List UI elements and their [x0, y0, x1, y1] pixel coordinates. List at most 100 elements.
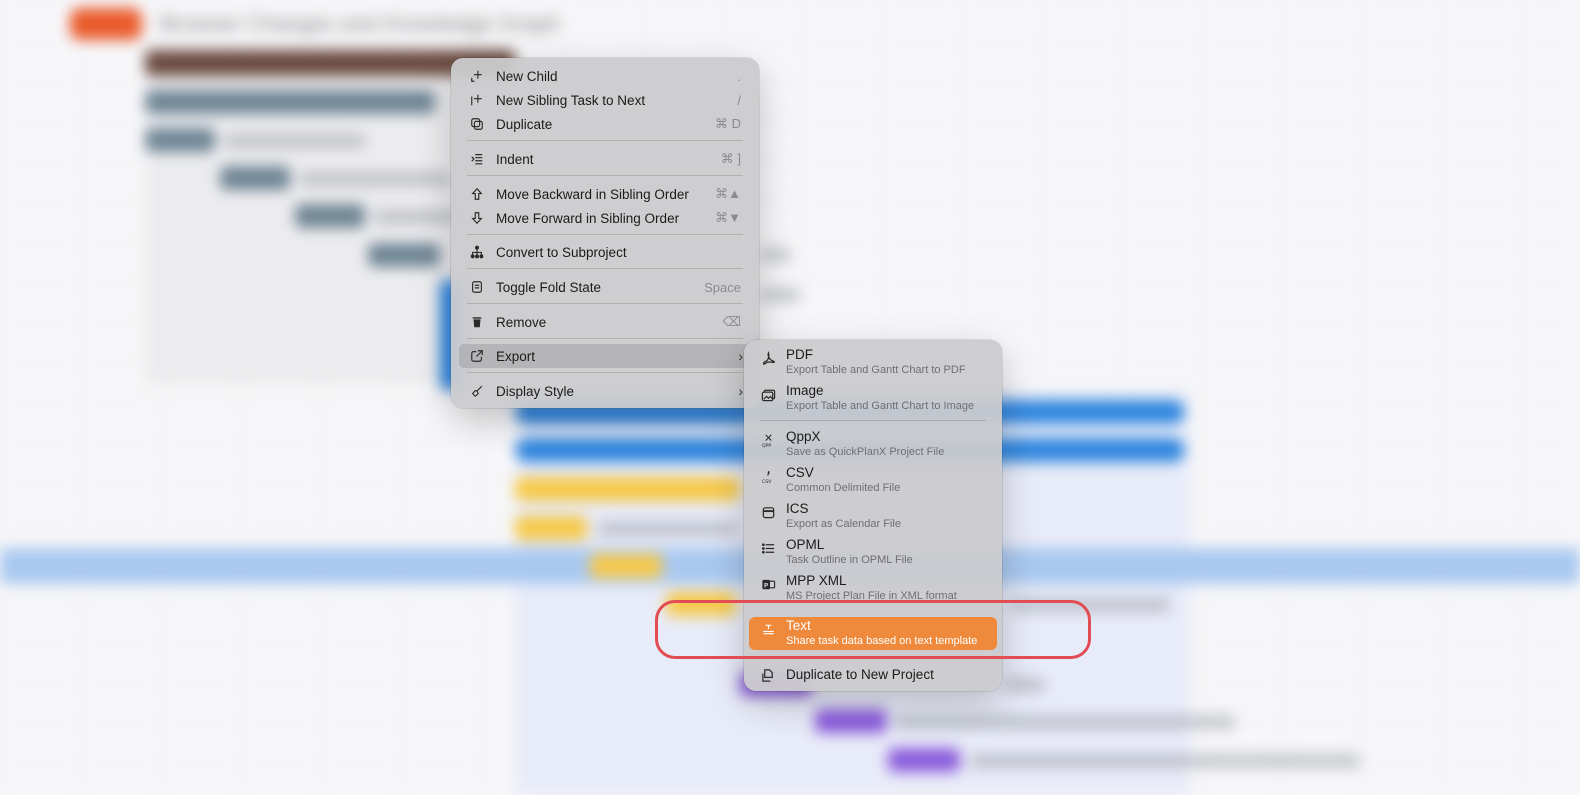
menu-separator — [467, 338, 743, 339]
csv-icon: CSV — [758, 469, 778, 484]
export-item-subtitle: Export Table and Gantt Chart to PDF — [786, 364, 966, 376]
export-item-subtitle: Common Delimited File — [786, 482, 901, 494]
export-submenu: PDF Export Table and Gantt Chart to PDF … — [744, 340, 1002, 691]
task-label — [375, 210, 455, 224]
menu-item-label: Convert to Subproject — [496, 244, 627, 260]
brush-icon — [467, 384, 487, 398]
gantt-bar — [515, 516, 587, 540]
duplicate-project-icon — [758, 668, 778, 683]
project-badge — [70, 8, 142, 40]
export-item-title: Duplicate to New Project — [786, 667, 934, 682]
pdf-icon — [758, 351, 778, 366]
export-item-title: OPML — [786, 537, 825, 552]
task-label — [760, 248, 790, 262]
menu-item-label: Indent — [496, 151, 534, 167]
task-label — [895, 715, 1235, 729]
menu-item-remove[interactable]: Remove ⌫ — [459, 310, 751, 334]
shortcut-label: ⌘▲ — [715, 186, 741, 201]
export-item-title: MPP XML — [786, 573, 847, 588]
shortcut-label: ⌫ — [722, 314, 741, 329]
svg-text:P: P — [763, 582, 768, 589]
export-opml[interactable]: OPML Task Outline in OPML File — [749, 536, 997, 568]
menu-item-indent[interactable]: Indent ⌘ ] — [459, 147, 751, 171]
menu-item-label: Move Forward in Sibling Order — [496, 210, 680, 226]
gantt-bar — [145, 90, 435, 114]
menu-item-label: New Sibling Task to Next — [496, 92, 646, 108]
duplicate-icon — [467, 117, 487, 131]
export-item-subtitle: Export Table and Gantt Chart to Image — [786, 400, 975, 412]
trash-icon — [467, 315, 487, 329]
ms-project-icon: P — [758, 577, 778, 592]
task-label — [1005, 678, 1045, 692]
export-item-subtitle: Export as Calendar File — [786, 518, 901, 530]
menu-item-move-backward[interactable]: Move Backward in Sibling Order ⌘▲ — [459, 182, 751, 206]
menu-separator — [467, 268, 743, 269]
task-label — [1010, 598, 1170, 612]
export-item-subtitle: Task Outline in OPML File — [786, 554, 913, 566]
svg-text:CSV: CSV — [761, 479, 771, 484]
menu-separator — [760, 420, 986, 421]
gantt-bar — [220, 166, 290, 190]
task-label — [598, 522, 738, 536]
menu-item-label: New Child — [496, 68, 558, 84]
menu-item-convert-subproject[interactable]: Convert to Subproject — [459, 240, 751, 264]
export-item-subtitle: Save as QuickPlanX Project File — [786, 446, 945, 458]
gantt-bar — [815, 709, 887, 733]
menu-separator — [467, 140, 743, 141]
chevron-right-icon: › — [738, 348, 743, 364]
indent-icon — [467, 152, 487, 166]
task-label — [225, 134, 365, 148]
qppx-icon: QPP — [758, 433, 778, 448]
gantt-bar — [590, 554, 662, 578]
new-child-icon — [467, 69, 487, 83]
new-sibling-icon — [467, 93, 487, 107]
export-ics[interactable]: ICS Export as Calendar File — [749, 500, 997, 532]
export-item-title: Text — [786, 618, 811, 633]
task-label — [970, 754, 1360, 768]
menu-item-label: Export — [496, 348, 536, 364]
menu-item-label: Duplicate — [496, 116, 553, 132]
menu-separator — [467, 303, 743, 304]
export-duplicate-project[interactable]: Duplicate to New Project — [749, 664, 997, 686]
hierarchy-icon — [467, 245, 487, 259]
fold-icon — [467, 280, 487, 294]
menu-item-move-forward[interactable]: Move Forward in Sibling Order ⌘▼ — [459, 206, 751, 230]
menu-item-new-child[interactable]: New Child . — [459, 64, 751, 88]
export-qppx[interactable]: QPP QppX Save as QuickPlanX Project File — [749, 428, 997, 460]
menu-item-label: Move Backward in Sibling Order — [496, 186, 689, 202]
gantt-bar — [888, 748, 960, 772]
gantt-bar — [145, 128, 215, 152]
project-title: Browser Changes and Knowledge Graph — [160, 11, 560, 36]
export-item-title: Image — [786, 383, 824, 398]
text-template-icon — [758, 622, 778, 637]
shortcut-label: Space — [704, 279, 741, 295]
export-mpp-xml[interactable]: P MPP XML MS Project Plan File in XML fo… — [749, 572, 997, 604]
gantt-bar — [368, 243, 440, 267]
menu-separator — [467, 234, 743, 235]
task-label — [300, 172, 450, 186]
list-icon — [758, 541, 778, 556]
menu-item-export[interactable]: Export › — [459, 344, 751, 368]
context-menu: New Child . New Sibling Task to Next / D… — [451, 58, 759, 408]
menu-item-label: Display Style — [496, 383, 575, 399]
menu-item-display-style[interactable]: Display Style › — [459, 379, 751, 403]
shortcut-label: ⌘▼ — [715, 210, 741, 225]
menu-separator — [467, 372, 743, 373]
menu-separator — [760, 658, 986, 659]
menu-item-duplicate[interactable]: Duplicate ⌘ D — [459, 112, 751, 136]
menu-item-new-sibling[interactable]: New Sibling Task to Next / — [459, 88, 751, 112]
export-item-subtitle: MS Project Plan File in XML format — [786, 590, 957, 602]
svg-text:QPP: QPP — [761, 443, 770, 448]
export-image[interactable]: Image Export Table and Gantt Chart to Im… — [749, 382, 997, 414]
export-text[interactable]: Text Share task data based on text templ… — [749, 617, 997, 650]
export-item-title: ICS — [786, 501, 809, 516]
export-pdf[interactable]: PDF Export Table and Gantt Chart to PDF — [749, 346, 997, 378]
menu-item-toggle-fold[interactable]: Toggle Fold State Space — [459, 275, 751, 299]
shortcut-label: ⌘ D — [715, 116, 741, 131]
export-item-title: PDF — [786, 347, 813, 362]
gantt-bar — [295, 204, 365, 228]
export-item-title: CSV — [786, 465, 814, 480]
export-csv[interactable]: CSV CSV Common Delimited File — [749, 464, 997, 496]
task-label — [760, 288, 800, 302]
arrow-down-icon — [467, 211, 487, 225]
